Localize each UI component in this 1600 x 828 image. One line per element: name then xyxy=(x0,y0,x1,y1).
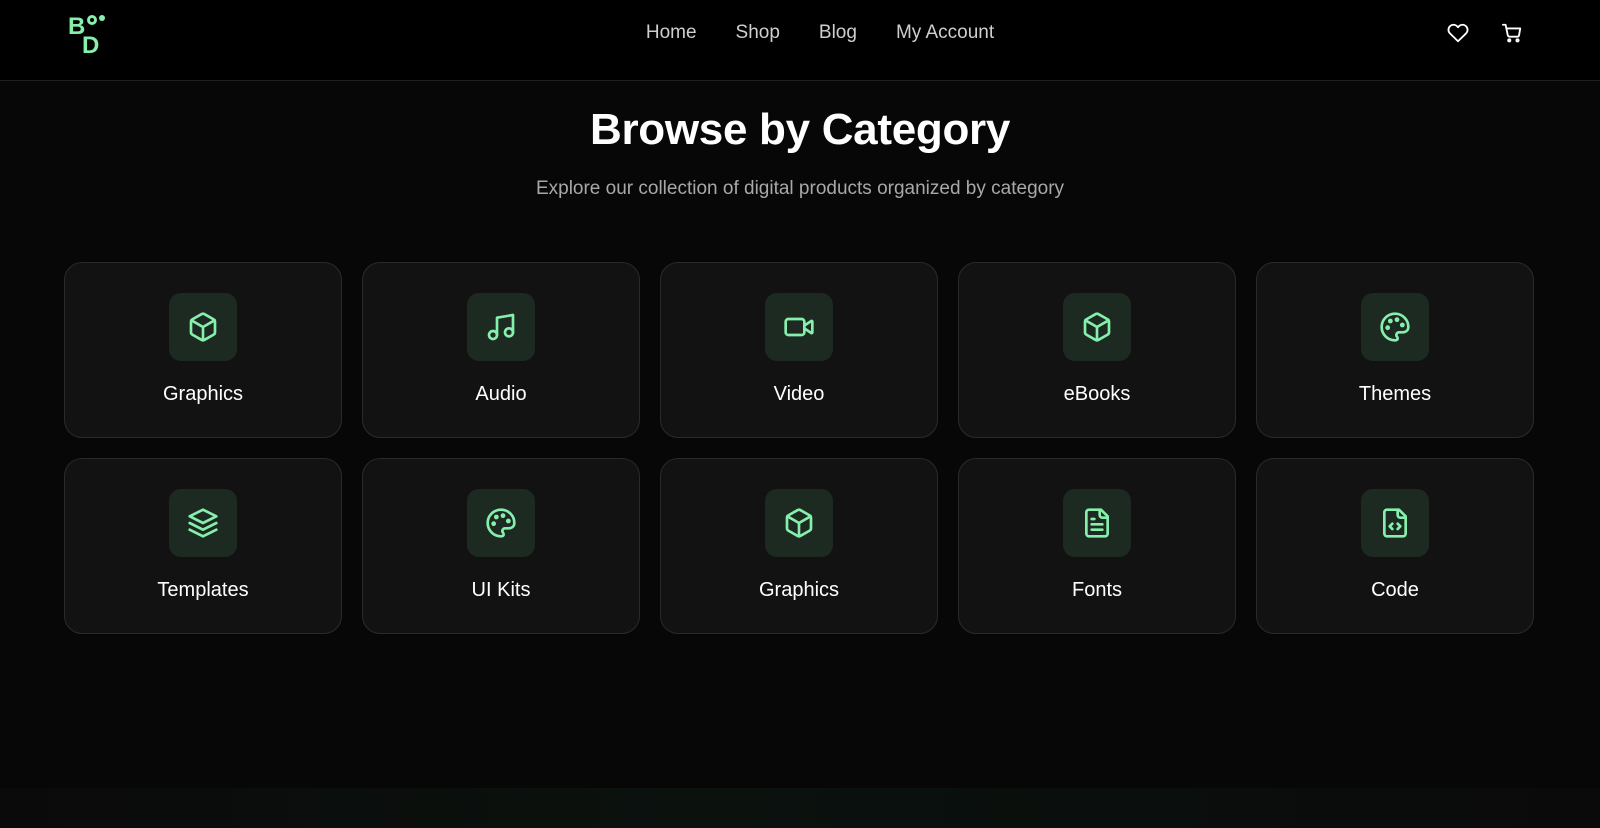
wishlist-button[interactable] xyxy=(1447,22,1469,44)
box-icon xyxy=(189,312,217,342)
category-card-fonts[interactable]: Fonts xyxy=(958,458,1236,634)
video-icon xyxy=(784,317,814,337)
category-card-themes[interactable]: Themes xyxy=(1256,262,1534,438)
category-card-templates[interactable]: Templates xyxy=(64,458,342,634)
category-icon-box xyxy=(765,293,833,361)
category-card-graphics[interactable]: Graphics xyxy=(64,262,342,438)
main-nav: Home Shop Blog My Account xyxy=(0,0,1600,66)
nav-shop[interactable]: Shop xyxy=(736,22,780,44)
category-icon-box xyxy=(169,489,237,557)
file-text-icon xyxy=(1085,508,1109,538)
nav-my-account[interactable]: My Account xyxy=(896,22,994,44)
layers-icon xyxy=(188,508,218,538)
nav-blog[interactable]: Blog xyxy=(819,22,857,44)
category-icon-box xyxy=(1063,293,1131,361)
category-icon-box xyxy=(467,293,535,361)
page-title: Browse by Category xyxy=(589,105,1011,154)
page-subtitle: Explore our collection of digital produc… xyxy=(535,178,1065,199)
category-label: Graphics xyxy=(758,579,840,601)
box-icon xyxy=(1083,312,1111,342)
category-label: Audio xyxy=(475,383,527,405)
palette-icon xyxy=(486,508,516,538)
music-icon xyxy=(487,313,515,341)
category-card-video[interactable]: Video xyxy=(660,262,938,438)
category-label: Graphics xyxy=(162,383,244,405)
category-icon-box xyxy=(467,489,535,557)
category-icon-box xyxy=(169,293,237,361)
nav-home[interactable]: Home xyxy=(646,22,697,44)
category-label: Code xyxy=(1371,579,1419,601)
category-label: Video xyxy=(773,383,825,405)
category-icon-box xyxy=(1361,293,1429,361)
heart-icon xyxy=(1447,23,1469,43)
category-label: eBooks xyxy=(1063,383,1131,405)
palette-icon xyxy=(1380,312,1410,342)
category-label: Templates xyxy=(157,579,249,601)
category-card-ebooks[interactable]: eBooks xyxy=(958,262,1236,438)
category-icon-box xyxy=(1063,489,1131,557)
category-label: Fonts xyxy=(1071,579,1123,601)
file-code-icon xyxy=(1383,508,1407,538)
site-header: B D Home Shop Blog My Account xyxy=(0,0,1600,81)
category-card-audio[interactable]: Audio xyxy=(362,262,640,438)
category-label: Themes xyxy=(1358,383,1432,405)
cart-button[interactable] xyxy=(1501,22,1523,44)
category-card-code[interactable]: Code xyxy=(1256,458,1534,634)
category-icon-box xyxy=(1361,489,1429,557)
category-icon-box xyxy=(765,489,833,557)
footer-strip xyxy=(0,788,1600,828)
category-label: UI Kits xyxy=(471,579,531,601)
category-card-ui-kits[interactable]: UI Kits xyxy=(362,458,640,634)
category-grid: Graphics Audio Video eBooks Themes Templ… xyxy=(64,262,1534,634)
box-icon xyxy=(785,508,813,538)
category-card-graphics-2[interactable]: Graphics xyxy=(660,458,938,634)
cart-icon xyxy=(1501,23,1522,43)
